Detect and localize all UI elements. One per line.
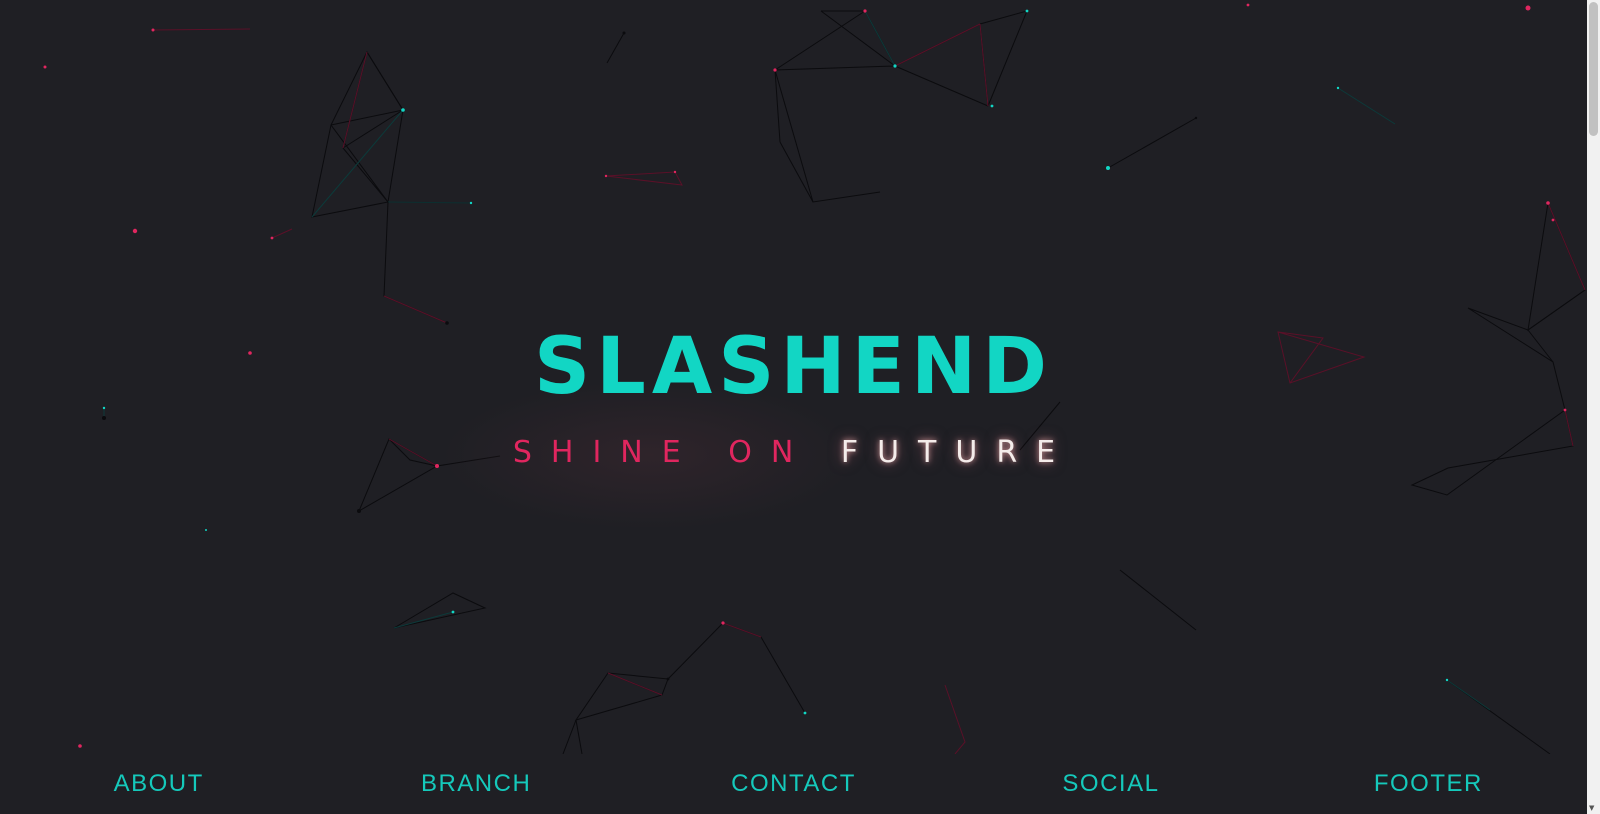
tagline-part-pink: SHINE ON — [512, 435, 841, 470]
site-title: SLASHEND — [533, 322, 1053, 412]
scroll-down-arrow-icon[interactable]: ▼ — [1589, 805, 1594, 812]
tagline-part-glow: FUTURE — [840, 435, 1075, 470]
nav-link-contact[interactable]: CONTACT — [635, 770, 952, 798]
nav-link-branch[interactable]: BRANCH — [317, 770, 634, 798]
nav-link-social[interactable]: SOCIAL — [952, 770, 1269, 798]
scrollbar-thumb[interactable] — [1589, 2, 1598, 136]
nav-link-footer[interactable]: FOOTER — [1270, 770, 1587, 798]
site-tagline: SHINE ON FUTURE — [0, 438, 1587, 468]
nav-link-about[interactable]: ABOUT — [0, 770, 317, 798]
vertical-scrollbar[interactable]: ▼ — [1587, 0, 1600, 814]
section-nav: ABOUT BRANCH CONTACT SOCIAL FOOTER — [0, 754, 1587, 814]
hero-section: SLASHEND SHINE ON FUTURE — [0, 0, 1587, 754]
